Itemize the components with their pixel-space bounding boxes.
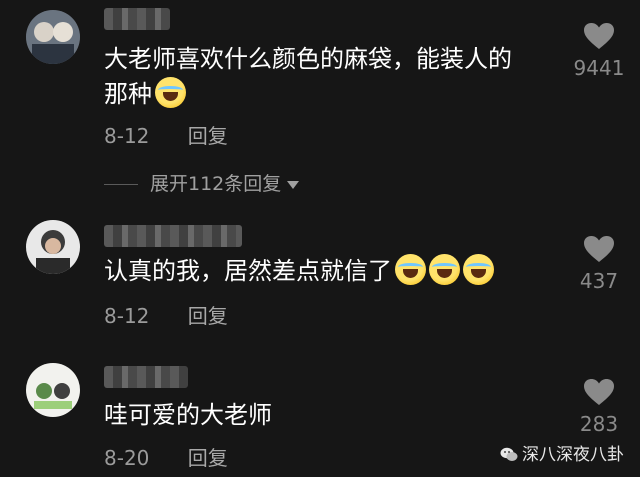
avatar-image-icon [26,10,80,64]
heart-icon [584,379,614,405]
like-button[interactable]: 9441 [572,22,626,80]
laughing-tears-emoji-icon [155,77,186,108]
comment-meta: 8-20 回复 [104,442,228,471]
expand-replies-label: 展开112条回复 [150,173,282,195]
reply-button[interactable]: 回复 [188,304,228,328]
heart-icon [584,236,614,262]
comment-text-line: 那种 [104,80,152,108]
reply-button[interactable]: 回复 [188,124,228,148]
avatar-image-icon [26,363,80,417]
avatar[interactable] [26,363,80,417]
comment-date: 8-12 [104,304,150,328]
comment-text-line: 哇可爱的大老师 [104,401,272,429]
username-blurred[interactable] [104,366,188,388]
comment-text: 认真的我，居然差点就信了 [104,254,494,289]
username-blurred[interactable] [104,8,170,30]
like-count: 283 [579,412,619,436]
like-count: 9441 [573,56,625,80]
expand-replies-button[interactable]: 展开112条回复 [104,169,300,196]
heart-icon [584,23,614,49]
wechat-icon [500,447,518,461]
comment-text-line: 大老师喜欢什么颜色的麻袋，能装人的 [104,45,512,73]
comment-meta: 8-12 回复 [104,300,228,329]
comment-meta: 8-12 回复 [104,120,228,149]
like-button[interactable]: 283 [572,378,626,436]
laughing-tears-emoji-icon [429,254,460,285]
username-blurred[interactable] [104,225,242,247]
comment-text: 哇可爱的大老师 [104,398,272,433]
watermark-text: 深八深夜八卦 [522,445,624,465]
watermark: 深八深夜八卦 [500,440,624,465]
reply-button[interactable]: 回复 [188,446,228,470]
comment-text: 那种 [104,77,186,112]
comment-text: 大老师喜欢什么颜色的麻袋，能装人的 [104,42,512,77]
comment-date: 8-20 [104,446,150,470]
caret-down-icon [287,180,300,189]
avatar-image-icon [26,220,80,274]
comment-text-line: 认真的我，居然差点就信了 [104,257,392,285]
avatar[interactable] [26,220,80,274]
like-count: 437 [579,269,619,293]
avatar[interactable] [26,10,80,64]
comment-date: 8-12 [104,124,150,148]
like-button[interactable]: 437 [572,235,626,293]
laughing-tears-emoji-icon [395,254,426,285]
laughing-tears-emoji-icon [463,254,494,285]
divider-line [104,184,138,185]
